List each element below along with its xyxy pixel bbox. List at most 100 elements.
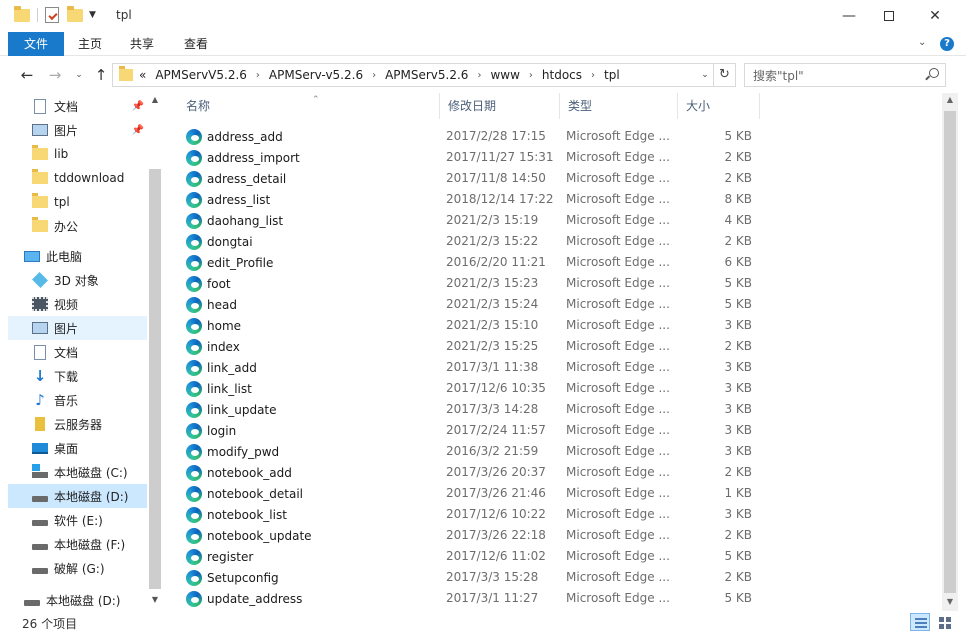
file-row[interactable]: notebook_update 2017/3/26 22:18 Microsoft …: [178, 525, 768, 546]
search-input[interactable]: 搜索"tpl": [744, 63, 946, 87]
customize-toolbar-chevron-icon[interactable]: ▼: [89, 10, 96, 20]
breadcrumb-item[interactable]: APMServV5.2.6: [155, 68, 247, 82]
nav-item-drive-e[interactable]: 软件 (E:): [32, 508, 148, 532]
new-folder-icon[interactable]: [67, 5, 83, 22]
document-icon: [34, 344, 46, 360]
column-header-type[interactable]: 类型: [560, 93, 678, 119]
column-header-name[interactable]: 名称 ⌃: [178, 93, 440, 119]
file-row[interactable]: foot 2021/2/3 15:23 Microsoft Edge ... 5 KB: [178, 273, 768, 294]
file-size: 3 KB: [724, 402, 752, 416]
file-size: 2 KB: [724, 150, 752, 164]
back-button[interactable]: ←: [16, 65, 38, 85]
nav-item-music[interactable]: ♪ 音乐: [32, 388, 148, 412]
close-button[interactable]: ✕: [912, 0, 958, 32]
maximize-button[interactable]: [866, 0, 912, 32]
nav-item-drive-g[interactable]: 破解 (G:): [32, 556, 148, 580]
nav-item-pictures[interactable]: 图片 📌: [32, 118, 148, 142]
nav-item-label: 文档: [54, 345, 79, 360]
nav-item-drive-d[interactable]: 本地磁盘 (D:): [8, 484, 148, 508]
up-button[interactable]: ↑: [90, 65, 112, 85]
nav-item-drive-f[interactable]: 本地磁盘 (F:): [32, 532, 148, 556]
refresh-button[interactable]: ↻: [714, 63, 736, 87]
tab-file[interactable]: 文件: [8, 32, 64, 56]
breadcrumb-overflow[interactable]: «: [139, 68, 146, 82]
file-row[interactable]: edit_Profile 2016/2/20 11:21 Microsoft Edg…: [178, 252, 768, 273]
file-row[interactable]: Setupconfig 2017/3/3 15:28 Microsoft Edge …: [178, 567, 768, 588]
file-row[interactable]: link_add 2017/3/1 11:38 Microsoft Edge ...…: [178, 357, 768, 378]
nav-item-downloads[interactable]: ↓ 下载: [32, 364, 148, 388]
file-row[interactable]: adress_list 2018/12/14 17:22 Microsoft Edg…: [178, 189, 768, 210]
scroll-up-icon[interactable]: ▲: [147, 95, 163, 104]
nav-item-pictures-pc[interactable]: 图片: [8, 316, 148, 340]
tab-home[interactable]: 主页: [70, 32, 110, 56]
breadcrumb-item[interactable]: APMServ-v5.2.6: [269, 68, 363, 82]
file-list-scrollbar[interactable]: ▲ ▼: [942, 93, 958, 611]
file-size: 3 KB: [724, 507, 752, 521]
file-row[interactable]: address_add 2017/2/28 17:15 Microsoft Edge…: [178, 126, 768, 147]
file-row[interactable]: login 2017/2/24 11:57 Microsoft Edge ... 3 …: [178, 420, 768, 441]
breadcrumb-item-current[interactable]: tpl: [604, 68, 620, 82]
breadcrumb-separator-icon[interactable]: ›: [256, 70, 260, 81]
forward-button[interactable]: →: [44, 65, 66, 85]
nav-item-desktop[interactable]: 桌面: [32, 436, 148, 460]
nav-item-lib[interactable]: lib: [32, 142, 148, 166]
breadcrumb-item[interactable]: www: [490, 68, 519, 82]
breadcrumb-separator-icon[interactable]: ›: [591, 70, 595, 81]
file-date: 2017/3/26 20:37: [446, 465, 546, 479]
scroll-down-icon[interactable]: ▼: [147, 595, 163, 604]
nav-item-drive-d-network[interactable]: 本地磁盘 (D:): [24, 588, 148, 611]
file-row[interactable]: index 2021/2/3 15:25 Microsoft Edge ... 2 K…: [178, 336, 768, 357]
expand-ribbon-chevron-icon[interactable]: ⌄: [918, 37, 926, 48]
tab-view[interactable]: 查看: [176, 32, 216, 56]
breadcrumb-separator-icon[interactable]: ›: [372, 70, 376, 81]
scrollbar-thumb[interactable]: [149, 169, 161, 589]
details-view-button[interactable]: [910, 613, 930, 631]
file-row[interactable]: adress_detail 2017/11/8 14:50 Microsoft Ed…: [178, 168, 768, 189]
scroll-down-icon[interactable]: ▼: [942, 597, 958, 606]
column-header-size[interactable]: 大小: [678, 93, 760, 119]
file-row[interactable]: modify_pwd 2016/3/2 21:59 Microsoft Edge .…: [178, 441, 768, 462]
pin-icon: 📌: [131, 124, 144, 136]
nav-item-this-pc[interactable]: 此电脑: [24, 244, 148, 268]
nav-item-tddownload[interactable]: tddownload: [32, 166, 148, 190]
file-name: login: [186, 420, 236, 441]
file-row[interactable]: notebook_list 2017/12/6 10:22 Microsoft Ed…: [178, 504, 768, 525]
nav-item-office[interactable]: 办公: [32, 214, 148, 238]
column-header-date[interactable]: 修改日期: [440, 93, 560, 119]
computer-icon: [24, 250, 40, 262]
file-row[interactable]: notebook_add 2017/3/26 20:37 Microsoft Edg…: [178, 462, 768, 483]
properties-icon[interactable]: [45, 7, 59, 23]
nav-item-drive-c[interactable]: 本地磁盘 (C:): [32, 460, 148, 484]
breadcrumb-item[interactable]: APMServ5.2.6: [385, 68, 468, 82]
large-icons-view-button[interactable]: [934, 613, 954, 631]
navigation-scrollbar[interactable]: ▲ ▼: [147, 93, 163, 611]
breadcrumb-separator-icon[interactable]: ›: [529, 70, 533, 81]
scrollbar-thumb[interactable]: [944, 111, 956, 593]
file-row[interactable]: address_import 2017/11/27 15:31 Microsoft …: [178, 147, 768, 168]
address-bar[interactable]: « APMServV5.2.6 › APMServ-v5.2.6 › APMSe…: [112, 63, 714, 87]
help-icon[interactable]: ?: [940, 37, 954, 51]
edge-html-file-icon: [186, 506, 202, 523]
breadcrumb-separator-icon[interactable]: ›: [477, 70, 481, 81]
breadcrumb-item[interactable]: htdocs: [542, 68, 582, 82]
file-row[interactable]: link_update 2017/3/3 14:28 Microsoft Edge …: [178, 399, 768, 420]
nav-item-videos[interactable]: 视频: [32, 292, 148, 316]
file-row[interactable]: register 2017/12/6 11:02 Microsoft Edge ..…: [178, 546, 768, 567]
file-row[interactable]: head 2021/2/3 15:24 Microsoft Edge ... 5 KB: [178, 294, 768, 315]
address-history-button[interactable]: ⌄: [696, 64, 714, 86]
tab-share[interactable]: 共享: [122, 32, 162, 56]
folder-icon: [32, 193, 48, 208]
scroll-up-icon[interactable]: ▲: [942, 95, 958, 104]
file-row[interactable]: home 2021/2/3 15:10 Microsoft Edge ... 3 KB: [178, 315, 768, 336]
file-row[interactable]: update_address 2017/3/1 11:27 Microsoft Ed…: [178, 588, 768, 609]
nav-item-3d-objects[interactable]: 3D 对象: [32, 268, 148, 292]
nav-item-cloud-server[interactable]: 云服务器: [32, 412, 148, 436]
nav-item-tpl[interactable]: tpl: [32, 190, 148, 214]
file-row[interactable]: notebook_detail 2017/3/26 21:46 Microsoft …: [178, 483, 768, 504]
file-row[interactable]: dongtai 2021/2/3 15:22 Microsoft Edge ... 2…: [178, 231, 768, 252]
file-row[interactable]: daohang_list 2021/2/3 15:19 Microsoft Edge…: [178, 210, 768, 231]
file-row[interactable]: link_list 2017/12/6 10:35 Microsoft Edge .…: [178, 378, 768, 399]
nav-item-documents[interactable]: 文档 📌: [32, 94, 148, 118]
recent-locations-button[interactable]: ⌄: [68, 65, 90, 85]
nav-item-documents-pc[interactable]: 文档: [32, 340, 148, 364]
